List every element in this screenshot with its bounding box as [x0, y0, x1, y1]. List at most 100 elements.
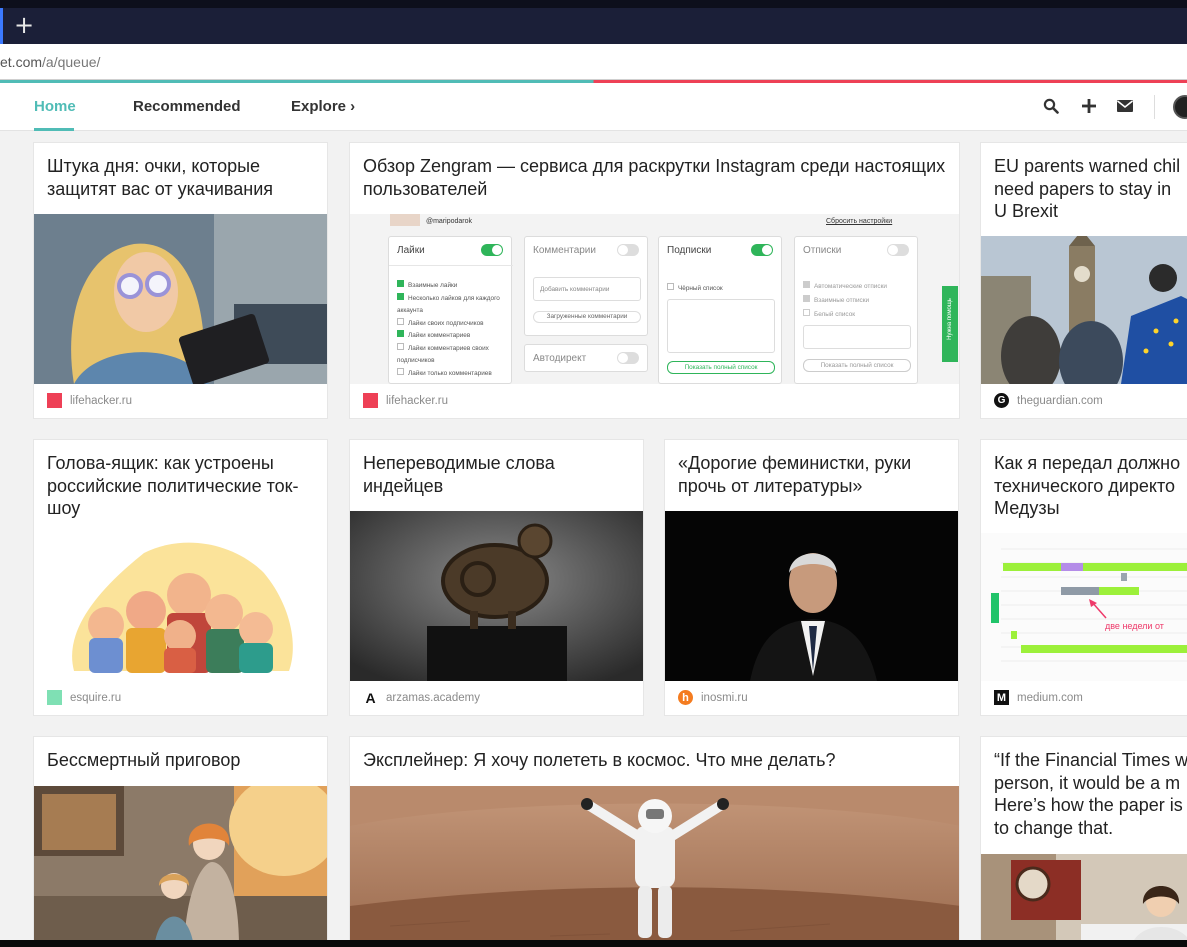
article-title[interactable]: Как я передал должно технического директ…: [994, 452, 1187, 520]
lifehacker-favicon-icon: [363, 393, 378, 408]
zengram-loaded-comments: Загруженные комментарии: [533, 311, 641, 323]
article-source-label: lifehacker.ru: [386, 394, 449, 407]
article-card[interactable]: Голова-ящик: как устроены российские пол…: [33, 439, 328, 716]
article-card[interactable]: Непереводимые слова индейцев Aarzamas.ac…: [349, 439, 644, 716]
guardian-favicon-icon: G: [994, 393, 1009, 408]
article-source[interactable]: h inosmi.ru: [678, 690, 748, 705]
article-source[interactable]: Aarzamas.academy: [363, 690, 480, 706]
zengram-option: Несколько лайков для каждого аккаунта: [397, 292, 502, 318]
article-source[interactable]: lifehacker.ru: [363, 393, 448, 408]
new-tab-button[interactable]: +: [14, 13, 34, 37]
add-icon[interactable]: [1078, 95, 1100, 117]
article-card[interactable]: Штука дня: очки, которые защитят вас от …: [33, 142, 328, 419]
address-url[interactable]: et.com/a/queue/: [0, 54, 100, 70]
zengram-option-label: Лайки комментариев своих подписчиков: [397, 344, 489, 365]
zengram-option-label: Чёрный список: [678, 285, 723, 292]
zengram-panel-autodirect: Автодирект: [524, 344, 648, 372]
search-icon[interactable]: [1040, 95, 1062, 117]
zengram-add-comments: Добавить комментарии: [533, 277, 641, 301]
article-title[interactable]: Бессмертный приговор: [47, 749, 317, 772]
article-image[interactable]: [34, 786, 327, 946]
zengram-show-list-2: Показать полный список: [803, 359, 911, 372]
article-image[interactable]: [981, 854, 1187, 946]
article-source-label: arzamas.academy: [386, 691, 480, 704]
zengram-panel-comments: Комментарии Добавить комментарии Загруже…: [524, 236, 648, 336]
zengram-option-label: Взаимные лайки: [408, 282, 458, 289]
article-card[interactable]: Эксплейнер: Я хочу полететь в космос. Чт…: [349, 736, 960, 947]
article-source[interactable]: Mmedium.com: [994, 690, 1083, 705]
zengram-unfollow-options: Автоматические отписки Взаимные отписки …: [803, 280, 887, 322]
zengram-blacklist: Чёрный список: [667, 283, 723, 292]
article-source-label: medium.com: [1017, 691, 1083, 704]
zengram-help-tab: Нужна помощь: [942, 286, 958, 362]
zengram-blacklist-textarea: [667, 299, 775, 353]
article-title[interactable]: Эксплейнер: Я хочу полететь в космос. Чт…: [363, 749, 949, 772]
zengram-option: Взаимные лайки: [397, 280, 502, 293]
article-card[interactable]: «Дорогие феминистки, руки прочь от литер…: [664, 439, 959, 716]
medium-favicon-icon: M: [994, 690, 1009, 705]
zengram-panel-likes: Лайки Взаимные лайки Несколько лайков дл…: [388, 236, 513, 384]
zengram-autodirect-label: Автодирект: [533, 353, 587, 364]
nav-recommended[interactable]: Recommended: [133, 98, 241, 115]
zengram-panel-unfollows: Отписки Автоматические отписки Взаимные …: [794, 236, 918, 384]
zengram-panel-title: Комментарии: [533, 245, 596, 256]
zengram-option-label: Взаимные отписки: [814, 297, 870, 304]
article-title[interactable]: «Дорогие феминистки, руки прочь от литер…: [678, 452, 948, 497]
article-image[interactable]: [350, 511, 643, 681]
address-bar[interactable]: et.com/a/queue/: [0, 44, 1187, 80]
zengram-panel-follows: Подписки Чёрный список Показать полный с…: [658, 236, 782, 384]
lifehacker-favicon-icon: [47, 393, 62, 408]
article-source[interactable]: Gtheguardian.com: [994, 393, 1103, 408]
article-image[interactable]: [665, 511, 958, 681]
nav-explore[interactable]: Explore ›: [291, 98, 355, 115]
mail-icon[interactable]: [1114, 95, 1136, 117]
article-card[interactable]: Бессмертный приговор: [33, 736, 328, 947]
article-image-zengram-screenshot[interactable]: @maripodarok Сбросить настройки Лайки Вз…: [350, 214, 959, 384]
nav-home-underline: [34, 128, 74, 131]
zengram-panel-title: Подписки: [667, 245, 712, 256]
zengram-panel-title: Лайки: [397, 245, 425, 256]
top-navigation: Home Recommended Explore ›: [0, 83, 1187, 131]
article-image[interactable]: [981, 236, 1187, 384]
zengram-user-avatar: [390, 214, 420, 226]
article-image[interactable]: [350, 786, 959, 946]
zengram-toggle-off: [617, 244, 639, 256]
arzamas-favicon-icon: A: [363, 690, 378, 706]
article-card[interactable]: Обзор Zengram — сервиса для раскрутки In…: [349, 142, 960, 419]
zengram-show-list: Показать полный список: [667, 361, 775, 374]
article-card[interactable]: “If the Financial Times w person, it wou…: [980, 736, 1187, 947]
zengram-option: Лайки своих подписчиков: [397, 317, 502, 331]
article-title[interactable]: Штука дня: очки, которые защитят вас от …: [47, 155, 317, 200]
avatar[interactable]: [1173, 95, 1187, 119]
zengram-help-label: Нужна помощь: [947, 298, 953, 340]
article-source-label: esquire.ru: [70, 691, 122, 704]
url-path: /a/queue/: [42, 54, 101, 70]
article-image-gantt-chart[interactable]: две недели от: [981, 533, 1187, 681]
zengram-option: Лайки комментариев: [397, 330, 502, 343]
inosmi-favicon-icon: h: [678, 690, 693, 705]
zengram-option-label: Автоматические отписки: [814, 283, 887, 290]
zengram-user: @maripodarok: [426, 218, 473, 225]
article-title[interactable]: Непереводимые слова индейцев: [363, 452, 633, 497]
article-card[interactable]: EU parents warned chil need papers to st…: [980, 142, 1187, 419]
article-image[interactable]: [34, 214, 327, 384]
esquire-favicon-icon: [47, 690, 62, 705]
article-source-label: lifehacker.ru: [70, 394, 133, 407]
zengram-option-label: Лайки своих подписчиков: [408, 319, 484, 327]
zengram-reset-link: Сбросить настройки: [826, 218, 893, 225]
zengram-option-label: Лайки только комментариев: [408, 369, 492, 377]
article-title[interactable]: “If the Financial Times w person, it wou…: [994, 749, 1187, 839]
browser-tab-bar: +: [0, 0, 1187, 44]
article-image[interactable]: [34, 533, 327, 681]
article-title[interactable]: Обзор Zengram — сервиса для раскрутки In…: [363, 155, 949, 200]
article-title[interactable]: Голова-ящик: как устроены российские пол…: [47, 452, 317, 520]
article-card[interactable]: Как я передал должно технического директ…: [980, 439, 1187, 716]
article-source[interactable]: esquire.ru: [47, 690, 121, 705]
article-source[interactable]: lifehacker.ru: [47, 393, 132, 408]
nav-home[interactable]: Home: [34, 98, 76, 115]
zengram-panel-title: Отписки: [803, 245, 842, 256]
nav-divider: [1154, 95, 1155, 119]
article-title[interactable]: EU parents warned chil need papers to st…: [994, 155, 1187, 223]
gantt-annotation: две недели от: [1105, 621, 1164, 631]
active-tab-accent: [0, 8, 3, 44]
